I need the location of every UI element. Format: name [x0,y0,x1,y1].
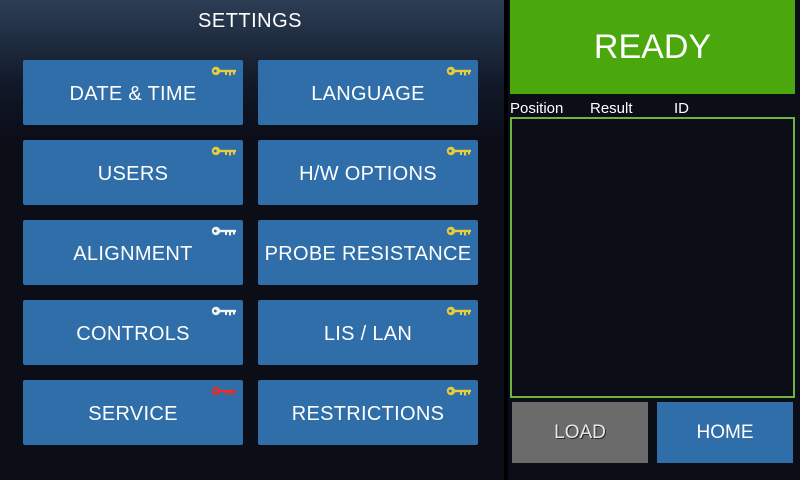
restrictions-button[interactable]: RESTRICTIONS [258,380,478,445]
load-label: LOAD [554,421,606,443]
users-button[interactable]: USERS [23,140,243,205]
controls-label: CONTROLS [76,323,190,345]
hw-options-label: H/W OPTIONS [299,163,437,185]
hw-options-button[interactable]: H/W OPTIONS [258,140,478,205]
lis-lan-button[interactable]: LIS / LAN [258,300,478,365]
controls-button[interactable]: CONTROLS [23,300,243,365]
status-text: READY [593,27,712,66]
users-label: USERS [97,163,169,185]
status-banner: READY [510,0,795,94]
restrictions-label: RESTRICTIONS [291,403,445,425]
key-icon [446,226,471,236]
key-icon [446,146,471,156]
panel-divider [504,0,508,480]
results-list[interactable] [510,117,795,398]
key-icon [211,146,236,156]
date-time-button[interactable]: DATE & TIME [23,60,243,125]
key-icon [211,66,236,76]
column-header-position: Position [510,100,564,117]
probe-resistance-label: PROBE RESISTANCE [264,243,472,265]
column-header-result: Result [590,100,633,117]
key-icon [211,306,236,316]
key-icon [446,306,471,316]
language-button[interactable]: LANGUAGE [258,60,478,125]
language-label: LANGUAGE [311,83,425,105]
alignment-label: ALIGNMENT [73,243,193,265]
service-button[interactable]: SERVICE [23,380,243,445]
settings-panel: SETTINGS DATE & TIME LANGUAGE USERS H/W … [0,0,504,480]
probe-resistance-button[interactable]: PROBE RESISTANCE [258,220,478,285]
key-icon [446,386,471,396]
key-icon [446,66,471,76]
date-time-label: DATE & TIME [69,83,197,105]
key-icon [211,226,236,236]
home-label: HOME [696,421,754,443]
home-button[interactable]: HOME [657,402,793,463]
load-button[interactable]: LOAD [512,402,648,463]
service-label: SERVICE [88,403,178,425]
alignment-button[interactable]: ALIGNMENT [23,220,243,285]
lis-lan-label: LIS / LAN [323,323,413,345]
column-header-id: ID [674,100,689,117]
key-icon [211,386,236,396]
page-title: SETTINGS [197,10,302,32]
